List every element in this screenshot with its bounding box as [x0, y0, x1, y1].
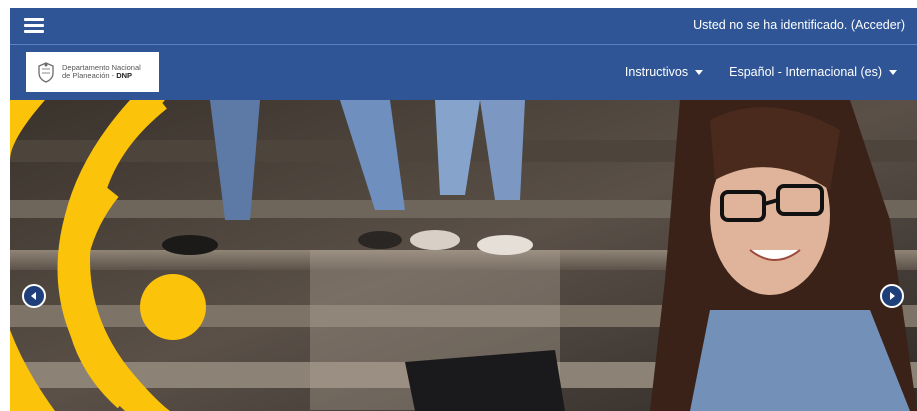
dnp-logo[interactable]: Departamento Nacional de Planeación - DN…	[26, 52, 159, 92]
caret-down-icon	[889, 69, 897, 75]
instructivos-menu[interactable]: Instructivos	[624, 65, 704, 79]
page-frame: Usted no se ha identificado. (Acceder) D…	[10, 8, 917, 411]
carousel-prev-button[interactable]	[22, 284, 46, 308]
caret-down-icon	[695, 69, 704, 75]
language-menu[interactable]: Español - Internacional (es)	[729, 65, 897, 79]
carousel-next-button[interactable]	[880, 284, 904, 308]
hero-image	[10, 100, 917, 411]
nav-menu: Instructivos Español - Internacional (es…	[625, 65, 897, 79]
navbar: Departamento Nacional de Planeación - DN…	[10, 45, 917, 100]
hero-carousel	[10, 100, 917, 411]
language-label: Español - Internacional (es)	[729, 65, 882, 79]
logo-line-2: de Planeación - DNP	[62, 71, 133, 80]
instructivos-label: Instructivos	[624, 65, 689, 79]
coat-of-arms-icon	[38, 62, 54, 83]
chevron-left-icon	[31, 292, 36, 300]
chevron-right-icon	[890, 292, 895, 300]
top-bar: Usted no se ha identificado. (Acceder)	[10, 8, 917, 45]
hamburger-icon[interactable]	[24, 17, 44, 35]
logo-text: Departamento Nacional de Planeación - DN…	[62, 64, 141, 80]
login-link[interactable]: Usted no se ha identificado. (Acceder)	[693, 18, 905, 32]
